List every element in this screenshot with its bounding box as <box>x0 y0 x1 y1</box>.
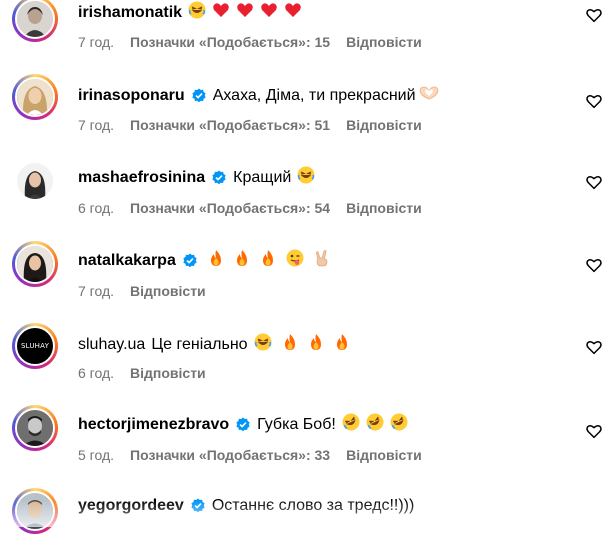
comment-time[interactable]: 6 год. <box>78 364 114 382</box>
red-heart-icon <box>260 1 278 25</box>
avatar-photo-icon <box>17 246 53 282</box>
avatar-image <box>15 244 55 284</box>
comment-time[interactable]: 5 год. <box>78 446 114 464</box>
comment-text: Ахаха, Діма, ти прекрасний <box>212 87 416 104</box>
like-heart-icon[interactable] <box>585 422 603 440</box>
reply-button[interactable]: Відповісти <box>346 446 422 464</box>
red-heart-icon <box>212 1 230 25</box>
comment-username[interactable]: hectorjimenezbravo <box>78 415 229 435</box>
like-heart-icon[interactable] <box>585 92 603 110</box>
like-heart-icon[interactable] <box>585 173 603 191</box>
comment-line: mashaefrosinina Кращий <box>78 166 315 190</box>
comment-meta: 5 год. Позначки «Подобається»: 33 Відпов… <box>78 446 422 464</box>
comment-time[interactable]: 7 год. <box>78 116 114 134</box>
victory-hand-icon <box>314 249 330 273</box>
comment-likes[interactable]: Позначки «Подобається»: 54 <box>130 199 330 217</box>
fire-icon <box>260 249 276 273</box>
reply-button[interactable]: Відповісти <box>130 282 206 300</box>
fire-icon <box>334 333 350 357</box>
like-heart-icon[interactable] <box>585 256 603 274</box>
avatar-image <box>15 408 55 448</box>
comment-line: irinasoponaru Ахаха, Діма, ти прекрасний <box>78 84 440 108</box>
avatar[interactable] <box>12 488 58 534</box>
verified-badge-icon <box>212 170 226 185</box>
verified-badge-icon <box>183 253 197 268</box>
avatar[interactable]: SLUHAY <box>12 323 58 369</box>
comment-likes[interactable]: Позначки «Подобається»: 33 <box>130 446 330 464</box>
comment-time[interactable]: 7 год. <box>78 282 114 300</box>
comment-meta: 7 год. Позначки «Подобається»: 15 Відпов… <box>78 33 422 51</box>
comments-list: irishamonatik 7 год. Позначки «Подобаєть… <box>0 0 616 534</box>
comment-text: Губка Боб! <box>257 416 336 433</box>
comment-likes[interactable]: Позначки «Подобається»: 15 <box>130 33 330 51</box>
laughing-face-icon <box>188 1 206 25</box>
comment-line: irishamonatik <box>78 1 302 25</box>
avatar-photo-icon <box>17 493 53 529</box>
fire-icon <box>308 333 324 357</box>
comment-line: natalkakarpa <box>78 249 330 273</box>
comment-username[interactable]: sluhay.ua <box>78 335 145 355</box>
winking-tongue-face-icon <box>286 249 304 273</box>
avatar-photo-icon <box>17 1 53 37</box>
avatar[interactable] <box>12 158 58 204</box>
reply-button[interactable]: Відповісти <box>346 33 422 51</box>
avatar-image: SLUHAY <box>15 326 55 366</box>
comment-text: Кращий <box>233 169 292 186</box>
fire-icon <box>208 249 224 273</box>
like-heart-icon[interactable] <box>585 338 603 356</box>
avatar-image <box>15 77 55 117</box>
avatar-photo-icon <box>17 79 53 115</box>
comment-username[interactable]: natalkakarpa <box>78 251 176 271</box>
avatar[interactable] <box>12 241 58 287</box>
reply-button[interactable]: Відповісти <box>346 116 422 134</box>
verified-badge-icon <box>236 417 250 432</box>
comment-time[interactable]: 7 год. <box>78 33 114 51</box>
comment-username[interactable]: irishamonatik <box>78 3 182 23</box>
comment-meta: 7 год. Відповісти <box>78 282 206 300</box>
avatar[interactable] <box>12 0 58 42</box>
rolling-laugh-face-icon <box>390 413 408 437</box>
avatar-image <box>15 491 55 531</box>
laughing-face-icon <box>254 333 272 357</box>
avatar-logo-text: SLUHAY <box>20 342 50 350</box>
comment-username[interactable]: yegorgordeev <box>78 496 184 516</box>
comment-username[interactable]: irinasoponaru <box>78 86 185 106</box>
avatar[interactable] <box>12 74 58 120</box>
comment-text: Останнє слово за тредс!!))) <box>211 497 415 514</box>
comment-meta: 6 год. Позначки «Подобається»: 54 Відпов… <box>78 199 422 217</box>
red-heart-icon <box>236 1 254 25</box>
reply-button[interactable]: Відповісти <box>130 364 206 382</box>
like-heart-icon[interactable] <box>585 6 603 24</box>
red-heart-icon <box>284 1 302 25</box>
comment-username[interactable]: mashaefrosinina <box>78 168 205 188</box>
rolling-laugh-face-icon <box>366 413 384 437</box>
fire-icon <box>234 249 250 273</box>
comment-line: sluhay.ua Це геніально <box>78 333 350 357</box>
verified-badge-icon <box>192 88 206 103</box>
fire-icon <box>282 333 298 357</box>
comment-likes[interactable]: Позначки «Подобається»: 51 <box>130 116 330 134</box>
avatar[interactable] <box>12 405 58 451</box>
laughing-face-icon <box>297 166 315 190</box>
comment-meta: 6 год. Відповісти <box>78 364 206 382</box>
avatar-image <box>15 0 55 39</box>
reply-button[interactable]: Відповісти <box>346 199 422 217</box>
avatar-photo-icon <box>17 163 53 199</box>
comment-line: yegorgordeev Останнє слово за тредс!!))) <box>78 496 414 516</box>
heart-hands-icon <box>418 84 440 108</box>
avatar-image <box>15 161 55 201</box>
rolling-laugh-face-icon <box>342 413 360 437</box>
avatar-photo-icon <box>17 410 53 446</box>
comment-line: hectorjimenezbravo Губка Боб! <box>78 413 408 437</box>
verified-badge-icon <box>191 498 205 513</box>
comment-meta: 7 год. Позначки «Подобається»: 51 Відпов… <box>78 116 422 134</box>
comment-text: Це геніально <box>151 336 248 353</box>
comment-time[interactable]: 6 год. <box>78 199 114 217</box>
